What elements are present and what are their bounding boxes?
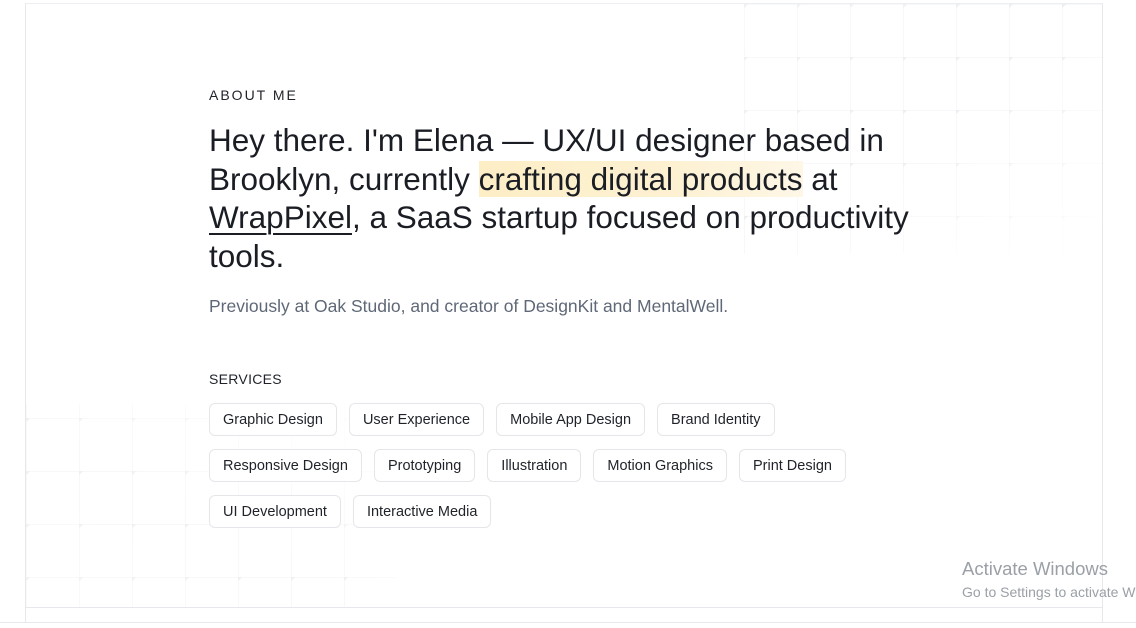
service-chip-print-design[interactable]: Print Design [738, 449, 846, 482]
about-headline: Hey there. I'm Elena — UX/UI designer ba… [209, 121, 929, 275]
windows-activation-watermark: Activate Windows Go to Settings to activ… [962, 558, 1136, 602]
about-section: ABOUT ME Hey there. I'm Elena — UX/UI de… [25, 3, 1103, 608]
service-chip-mobile-app-design[interactable]: Mobile App Design [496, 403, 646, 436]
service-chip-prototyping[interactable]: Prototyping [373, 449, 476, 482]
service-chip-motion-graphics[interactable]: Motion Graphics [593, 449, 727, 482]
next-section-edge [25, 607, 1103, 623]
headline-text: at [802, 160, 838, 197]
service-chip-brand-identity[interactable]: Brand Identity [657, 403, 775, 436]
service-chip-responsive-design[interactable]: Responsive Design [209, 449, 362, 482]
company-link[interactable]: WrapPixel [209, 199, 352, 235]
divider [0, 622, 1136, 623]
service-chip-interactive-media[interactable]: Interactive Media [352, 495, 492, 528]
services-heading: SERVICES [209, 371, 282, 387]
service-chip-graphic-design[interactable]: Graphic Design [209, 403, 337, 436]
watermark-subtitle: Go to Settings to activate Windows. [962, 584, 1136, 600]
headline-highlight: crafting digital products [478, 160, 803, 197]
about-subline: Previously at Oak Studio, and creator of… [209, 296, 729, 316]
service-chip-ui-development[interactable]: UI Development [209, 495, 341, 528]
service-chip-user-experience[interactable]: User Experience [348, 403, 485, 436]
services-list: Graphic Design User Experience Mobile Ap… [209, 403, 909, 528]
section-eyebrow: ABOUT ME [209, 87, 298, 103]
watermark-title: Activate Windows [962, 558, 1108, 579]
service-chip-illustration[interactable]: Illustration [487, 449, 582, 482]
